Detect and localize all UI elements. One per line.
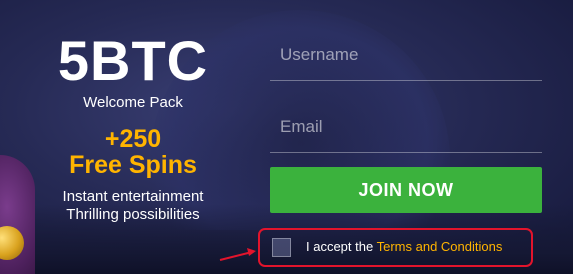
tagline-2: Thrilling possibilities <box>66 206 200 223</box>
username-input[interactable] <box>270 40 542 70</box>
accept-terms-label: I accept the Terms and Conditions <box>306 239 502 254</box>
terms-link[interactable]: Terms and Conditions <box>377 239 503 254</box>
bonus-amount: 5BTC <box>57 29 209 92</box>
accept-text: I accept the <box>306 239 374 254</box>
arrow-icon <box>219 248 256 261</box>
signup-form: JOIN NOW <box>270 30 542 213</box>
join-now-button[interactable]: JOIN NOW <box>270 167 542 213</box>
terms-highlight: I accept the Terms and Conditions <box>258 228 533 267</box>
username-field-wrapper <box>270 30 542 81</box>
welcome-promo: 5BTC Welcome Pack +250 Free Spins Instan… <box>38 30 228 224</box>
spins-count: +250 <box>104 125 162 153</box>
spins-label: Free Spins <box>69 151 197 179</box>
tagline-1: Instant entertainment <box>62 188 204 205</box>
pack-label: Welcome Pack <box>83 94 183 111</box>
accept-terms-checkbox[interactable] <box>272 238 291 257</box>
email-field-wrapper <box>270 102 542 153</box>
email-input[interactable] <box>270 112 542 142</box>
